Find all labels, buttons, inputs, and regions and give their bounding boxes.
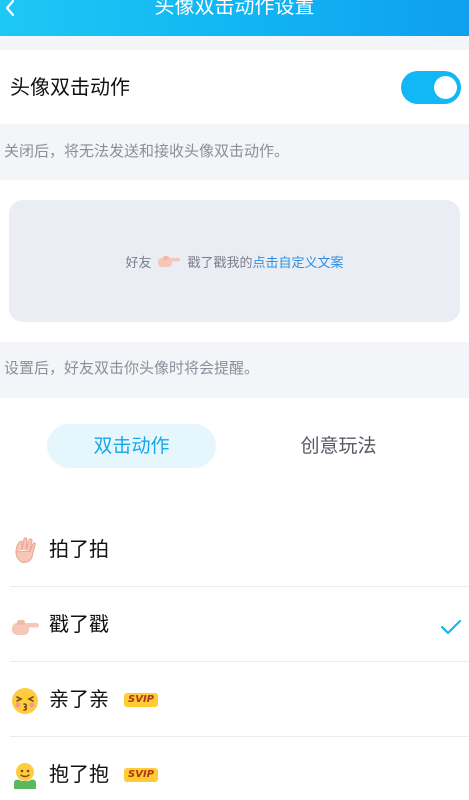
tab-double-tap-actions[interactable]: 双击动作 [47,424,216,468]
kissing-face-icon [12,688,38,714]
action-item-kiss[interactable]: 亲了亲 SVIP [0,662,469,737]
svip-badge: SVIP [124,693,158,707]
preview-card: 好友 戳了戳我的 点击自定义文案 [9,200,460,322]
double-tap-switch[interactable] [401,71,461,104]
switch-knob [434,76,457,99]
preview-section: 好友 戳了戳我的 点击自定义文案 [0,180,469,342]
hugging-face-icon [14,763,36,789]
selected-check-icon [440,619,462,635]
preview-friend-text: 好友 [125,255,152,271]
action-item-hug[interactable]: 抱了抱 SVIP [0,737,469,800]
tab-creative-play[interactable]: 创意玩法 [254,424,423,468]
toggle-label: 头像双击动作 [10,75,130,99]
page: 头像双击动作设置 头像双击动作 关闭后，将无法发送和接收头像双击动作。 好友 戳… [0,0,469,800]
preview-hint-text: 设置后，好友双击你头像时将会提醒。 [4,359,260,377]
action-label: 拍了拍 [49,537,109,561]
customize-text-link[interactable]: 点击自定义文案 [253,252,344,271]
toggle-row: 头像双击动作 [0,50,469,124]
action-item-poke[interactable]: 戳了戳 [0,587,469,662]
section-gap [0,36,469,50]
header-bar: 头像双击动作设置 [0,0,469,36]
pointing-hand-icon [158,256,181,267]
preview-action-text: 戳了戳我的 [187,255,253,271]
hint-section: 设置后，好友双击你头像时将会提醒。 [0,342,469,398]
hint-section: 关闭后，将无法发送和接收头像双击动作。 [0,124,469,180]
page-title: 头像双击动作设置 [154,0,315,18]
action-item-pat[interactable]: 拍了拍 [0,512,469,587]
action-label: 亲了亲 [49,687,109,711]
pointing-hand-icon [12,620,39,635]
toggle-hint-text: 关闭后，将无法发送和接收头像双击动作。 [4,142,290,160]
waving-hand-icon [15,537,36,563]
action-label: 抱了抱 [49,762,109,786]
svip-badge: SVIP [124,768,158,782]
action-label: 戳了戳 [49,612,109,636]
